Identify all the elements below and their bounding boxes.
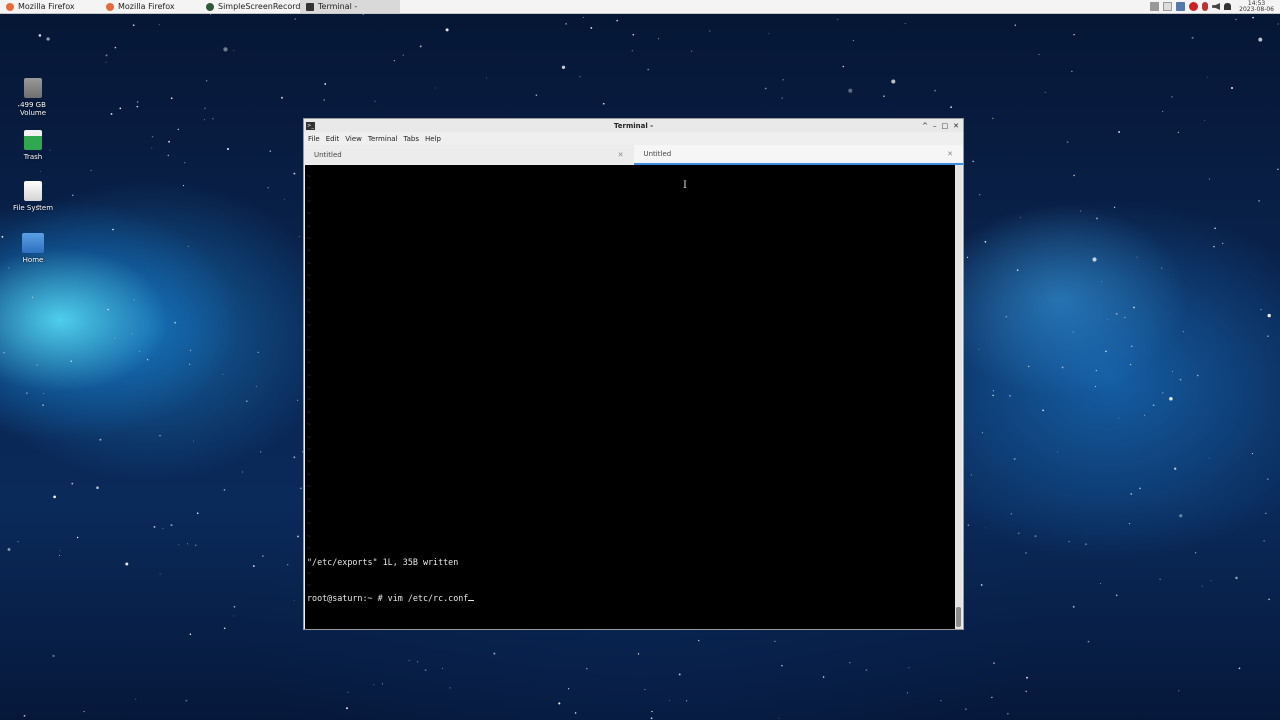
window-controls: ^ – □ ✕ [922,119,959,132]
tab-untitled-2[interactable]: Untitled ✕ [633,145,963,165]
desktop-icon-label: Trash [23,153,43,161]
chevron-up-icon[interactable]: ^ [922,122,928,130]
volume-icon[interactable] [1212,3,1221,10]
drive-icon [24,78,42,98]
microphone-icon[interactable] [1202,2,1209,11]
firefox-icon [6,2,14,11]
taskbar: Mozilla Firefox Mozilla Firefox SimpleSc… [0,0,1280,14]
menu-file[interactable]: File [308,135,320,143]
desktop-icon-label: File System [12,204,54,212]
menu-tabs[interactable]: Tabs [404,135,420,143]
clock[interactable]: 14:53 2023-08-06 [1239,0,1274,13]
tab-bar: Untitled ✕ Untitled ✕ [304,145,963,165]
menu-help[interactable]: Help [425,135,441,143]
taskbar-item-label: Mozilla Firefox [118,2,175,11]
firefox-icon [106,2,114,11]
taskbar-item-screenrecorder[interactable]: SimpleScreenRecorder [200,0,300,13]
minimize-button[interactable]: – [933,122,937,130]
vim-empty-line-markers: ~ ~ ~ ~ ~ ~ ~ ~ ~ ~ ~ ~ ~ ~ ~ ~ ~ ~ ~ ~ ~ ~ ~ ~ ~ ~ ~ ~ ~ ~ ~ ~ ~ ~ [307,173,311,590]
terminal-scrollbar[interactable] [955,165,962,629]
taskbar-item-firefox-1[interactable]: Mozilla Firefox [0,0,100,13]
desktop-icon-volume[interactable]: 499 GB Volume [8,78,58,117]
taskbar-item-label: Terminal - [318,2,358,11]
close-button[interactable]: ✕ [953,122,959,130]
menubar: File Edit View Terminal Tabs Help [304,132,963,145]
desktop-icon-label: Home [22,256,44,264]
mouse-cursor-ibeam-icon: I [683,180,687,191]
scrollbar-thumb[interactable] [956,607,961,627]
taskbar-item-label: SimpleScreenRecorder [218,2,300,11]
menu-terminal[interactable]: Terminal [368,135,398,143]
menu-edit[interactable]: Edit [326,135,340,143]
window-titlebar[interactable]: >_ Terminal - ^ – □ ✕ [304,119,963,132]
trash-icon [24,130,42,150]
maximize-button[interactable]: □ [942,122,949,130]
filesystem-icon [24,181,42,201]
terminal-prompt-line: root@saturn:~ # vim /etc/rc.conf [307,592,475,604]
desktop-icon-filesystem[interactable]: File System [8,181,58,212]
terminal-icon [306,2,314,11]
tab-close-icon[interactable]: ✕ [618,151,624,159]
workspace-switcher-icon[interactable] [1163,2,1173,11]
terminal-window[interactable]: >_ Terminal - ^ – □ ✕ File Edit View Ter… [303,118,964,630]
home-folder-icon [22,233,44,253]
workspace-switcher-icon[interactable] [1150,2,1160,11]
network-icon[interactable] [1176,2,1186,11]
tab-label: Untitled [643,150,672,158]
taskbar-item-label: Mozilla Firefox [18,2,75,11]
clock-date: 2023-08-06 [1239,5,1274,13]
system-tray: 14:53 2023-08-06 [1150,0,1280,13]
taskbar-item-firefox-2[interactable]: Mozilla Firefox [100,0,200,13]
tab-untitled-1[interactable]: Untitled ✕ [304,145,634,165]
taskbar-item-terminal[interactable]: Terminal - [300,0,400,13]
desktop-icon-trash[interactable]: Trash [8,130,58,161]
menu-view[interactable]: View [345,135,362,143]
desktop-icon-label: 499 GB Volume [19,101,47,117]
notification-bell-icon[interactable] [1224,3,1232,10]
terminal-lines: "/etc/exports" 1L, 35B written root@satu… [307,532,475,628]
record-indicator-icon[interactable] [1189,2,1199,11]
record-icon [206,2,214,11]
window-title: Terminal - [613,121,654,130]
tab-close-icon[interactable]: ✕ [947,150,953,158]
terminal-output[interactable]: ~ ~ ~ ~ ~ ~ ~ ~ ~ ~ ~ ~ ~ ~ ~ ~ ~ ~ ~ ~ ~ ~ ~ ~ ~ ~ ~ ~ ~ ~ ~ ~ ~ ~ "/etc… [305,165,956,629]
desktop-icon-home[interactable]: Home [8,233,58,264]
terminal-line: root@saturn:~ # vim /etc/rc.conf [307,593,469,603]
tab-label: Untitled [314,151,342,159]
text-cursor [468,600,475,601]
terminal-line: "/etc/exports" 1L, 35B written [307,557,459,567]
